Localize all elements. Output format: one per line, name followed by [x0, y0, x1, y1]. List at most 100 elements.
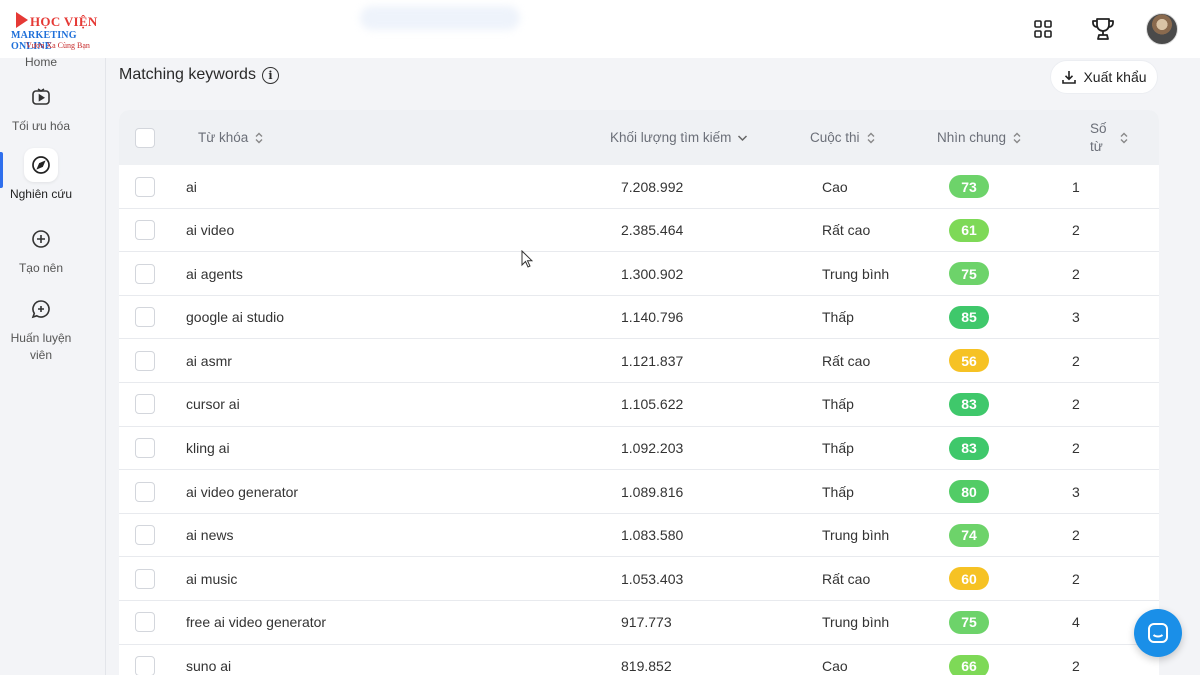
trophy-icon[interactable]: [1086, 12, 1120, 46]
keyword-cell[interactable]: ai agents: [186, 252, 243, 295]
column-label: Khối lượng tìm kiếm: [610, 130, 732, 145]
row-checkbox[interactable]: [135, 176, 155, 197]
table-row[interactable]: ai news 1.083.580 Trung bình 74 2: [119, 514, 1159, 558]
column-header-competition[interactable]: Cuộc thi: [810, 110, 876, 165]
column-header-word-count[interactable]: Số từ: [1090, 110, 1129, 165]
column-header-keyword[interactable]: Từ khóa: [198, 110, 264, 165]
sidebar-item-home[interactable]: Home: [0, 50, 82, 71]
row-checkbox[interactable]: [135, 220, 155, 241]
sidebar-item-create[interactable]: Tạo nên: [0, 222, 82, 277]
column-header-overall[interactable]: Nhìn chung: [937, 110, 1022, 165]
overall-score-cell: 75: [949, 601, 989, 644]
competition-cell: Thấp: [822, 396, 854, 413]
volume-cell: 1.105.622: [621, 396, 684, 413]
row-checkbox-cell: [135, 339, 155, 382]
volume-cell: 1.300.902: [621, 265, 684, 282]
overall-score-cell: 74: [949, 514, 989, 557]
score-badge: 75: [949, 610, 989, 634]
overall-score-cell: 85: [949, 296, 989, 339]
keyword-cell[interactable]: google ai studio: [186, 296, 284, 339]
row-checkbox-cell: [135, 383, 155, 426]
row-checkbox[interactable]: [135, 612, 155, 633]
row-checkbox[interactable]: [135, 350, 155, 371]
sidebar-item-label: Home: [24, 55, 57, 69]
volume-cell: 1.083.580: [621, 527, 684, 544]
table-row[interactable]: cursor ai 1.105.622 Thấp 83 2: [119, 383, 1159, 427]
sidebar-item-optimize[interactable]: Tối ưu hóa: [0, 80, 82, 135]
score-badge: 74: [949, 523, 989, 547]
competition-cell: Trung bình: [822, 265, 890, 282]
table-row[interactable]: ai music 1.053.403 Rất cao 60 2: [119, 557, 1159, 601]
row-checkbox[interactable]: [135, 438, 155, 459]
score-badge: 60: [949, 567, 989, 591]
table-row[interactable]: kling ai 1.092.203 Thấp 83 2: [119, 427, 1159, 471]
competition-cell: Trung bình: [822, 614, 890, 631]
row-checkbox[interactable]: [135, 307, 155, 328]
keyword-cell[interactable]: suno ai: [186, 645, 231, 675]
support-chat-button[interactable]: [1134, 609, 1182, 657]
row-checkbox[interactable]: [135, 568, 155, 589]
volume-cell: 819.852: [621, 658, 672, 675]
page-title: Matching keywords: [119, 66, 256, 83]
export-button[interactable]: Xuất khẩu: [1050, 60, 1158, 94]
volume-cell: 917.773: [621, 614, 672, 631]
export-label: Xuất khẩu: [1083, 69, 1147, 85]
score-badge: 75: [949, 262, 989, 286]
table-row[interactable]: ai asmr 1.121.837 Rất cao 56 2: [119, 339, 1159, 383]
table-row[interactable]: ai video 2.385.464 Rất cao 61 2: [119, 209, 1159, 253]
download-icon: [1062, 71, 1077, 84]
row-checkbox[interactable]: [135, 656, 155, 675]
row-checkbox-cell: [135, 470, 155, 513]
keyword-cell[interactable]: free ai video generator: [186, 601, 326, 644]
column-label: Từ khóa: [198, 130, 249, 145]
select-all-checkbox[interactable]: [135, 127, 155, 148]
table-body: ai 7.208.992 Cao 73 1 ai video 2.385.464 Rất ca…: [119, 165, 1159, 675]
keyword-cell[interactable]: ai video: [186, 209, 234, 252]
word-count-cell: 2: [1072, 527, 1080, 544]
keyword-cell[interactable]: cursor ai: [186, 383, 240, 426]
table-row[interactable]: google ai studio 1.140.796 Thấp 85 3: [119, 296, 1159, 340]
word-count-cell: 2: [1072, 396, 1080, 413]
score-badge: 61: [949, 218, 989, 242]
keyword-cell[interactable]: ai video generator: [186, 470, 298, 513]
scrollbar[interactable]: [1172, 58, 1186, 675]
score-badge: 80: [949, 480, 989, 504]
table-row[interactable]: free ai video generator 917.773 Trung bình…: [119, 601, 1159, 645]
word-count-cell: 2: [1072, 570, 1080, 587]
keyword-cell[interactable]: ai news: [186, 514, 233, 557]
sort-icon: [867, 132, 875, 143]
competition-cell: Rất cao: [822, 570, 871, 587]
row-checkbox[interactable]: [135, 394, 155, 415]
row-checkbox[interactable]: [135, 263, 155, 284]
row-checkbox-cell: [135, 514, 155, 557]
keyword-cell[interactable]: ai: [186, 165, 197, 208]
table-row[interactable]: ai video generator 1.089.816 Thấp 80 3: [119, 470, 1159, 514]
info-icon[interactable]: i: [261, 66, 279, 84]
volume-cell: 1.053.403: [621, 570, 684, 587]
column-header-volume[interactable]: Khối lượng tìm kiếm: [610, 110, 748, 165]
overall-score-cell: 66: [949, 645, 989, 675]
row-checkbox[interactable]: [135, 525, 155, 546]
score-badge: 66: [949, 654, 989, 675]
competition-cell: Rất cao: [822, 352, 871, 369]
overall-score-cell: 73: [949, 165, 989, 208]
overall-score-cell: 75: [949, 252, 989, 295]
sidebar-item-research[interactable]: Nghiên cứu: [0, 148, 82, 203]
table-row[interactable]: suno ai 819.852 Cao 66 2: [119, 645, 1159, 675]
word-count-cell: 1: [1072, 178, 1080, 195]
sidebar-item-label: Tạo nên: [18, 261, 64, 275]
table-row[interactable]: ai agents 1.300.902 Trung bình 75 2: [119, 252, 1159, 296]
apps-grid-icon[interactable]: [1026, 12, 1060, 46]
overall-score-cell: 83: [949, 427, 989, 470]
sidebar-item-coach[interactable]: Huấn luyện viên: [0, 292, 82, 364]
table-row[interactable]: ai 7.208.992 Cao 73 1: [119, 165, 1159, 209]
overall-score-cell: 80: [949, 470, 989, 513]
row-checkbox[interactable]: [135, 481, 155, 502]
keyword-cell[interactable]: ai music: [186, 557, 237, 600]
sort-icon: [1120, 132, 1128, 143]
sidebar-divider: [105, 58, 106, 675]
avatar[interactable]: [1146, 13, 1178, 45]
keyword-cell[interactable]: ai asmr: [186, 339, 232, 382]
keyword-cell[interactable]: kling ai: [186, 427, 230, 470]
row-checkbox-cell: [135, 645, 155, 675]
